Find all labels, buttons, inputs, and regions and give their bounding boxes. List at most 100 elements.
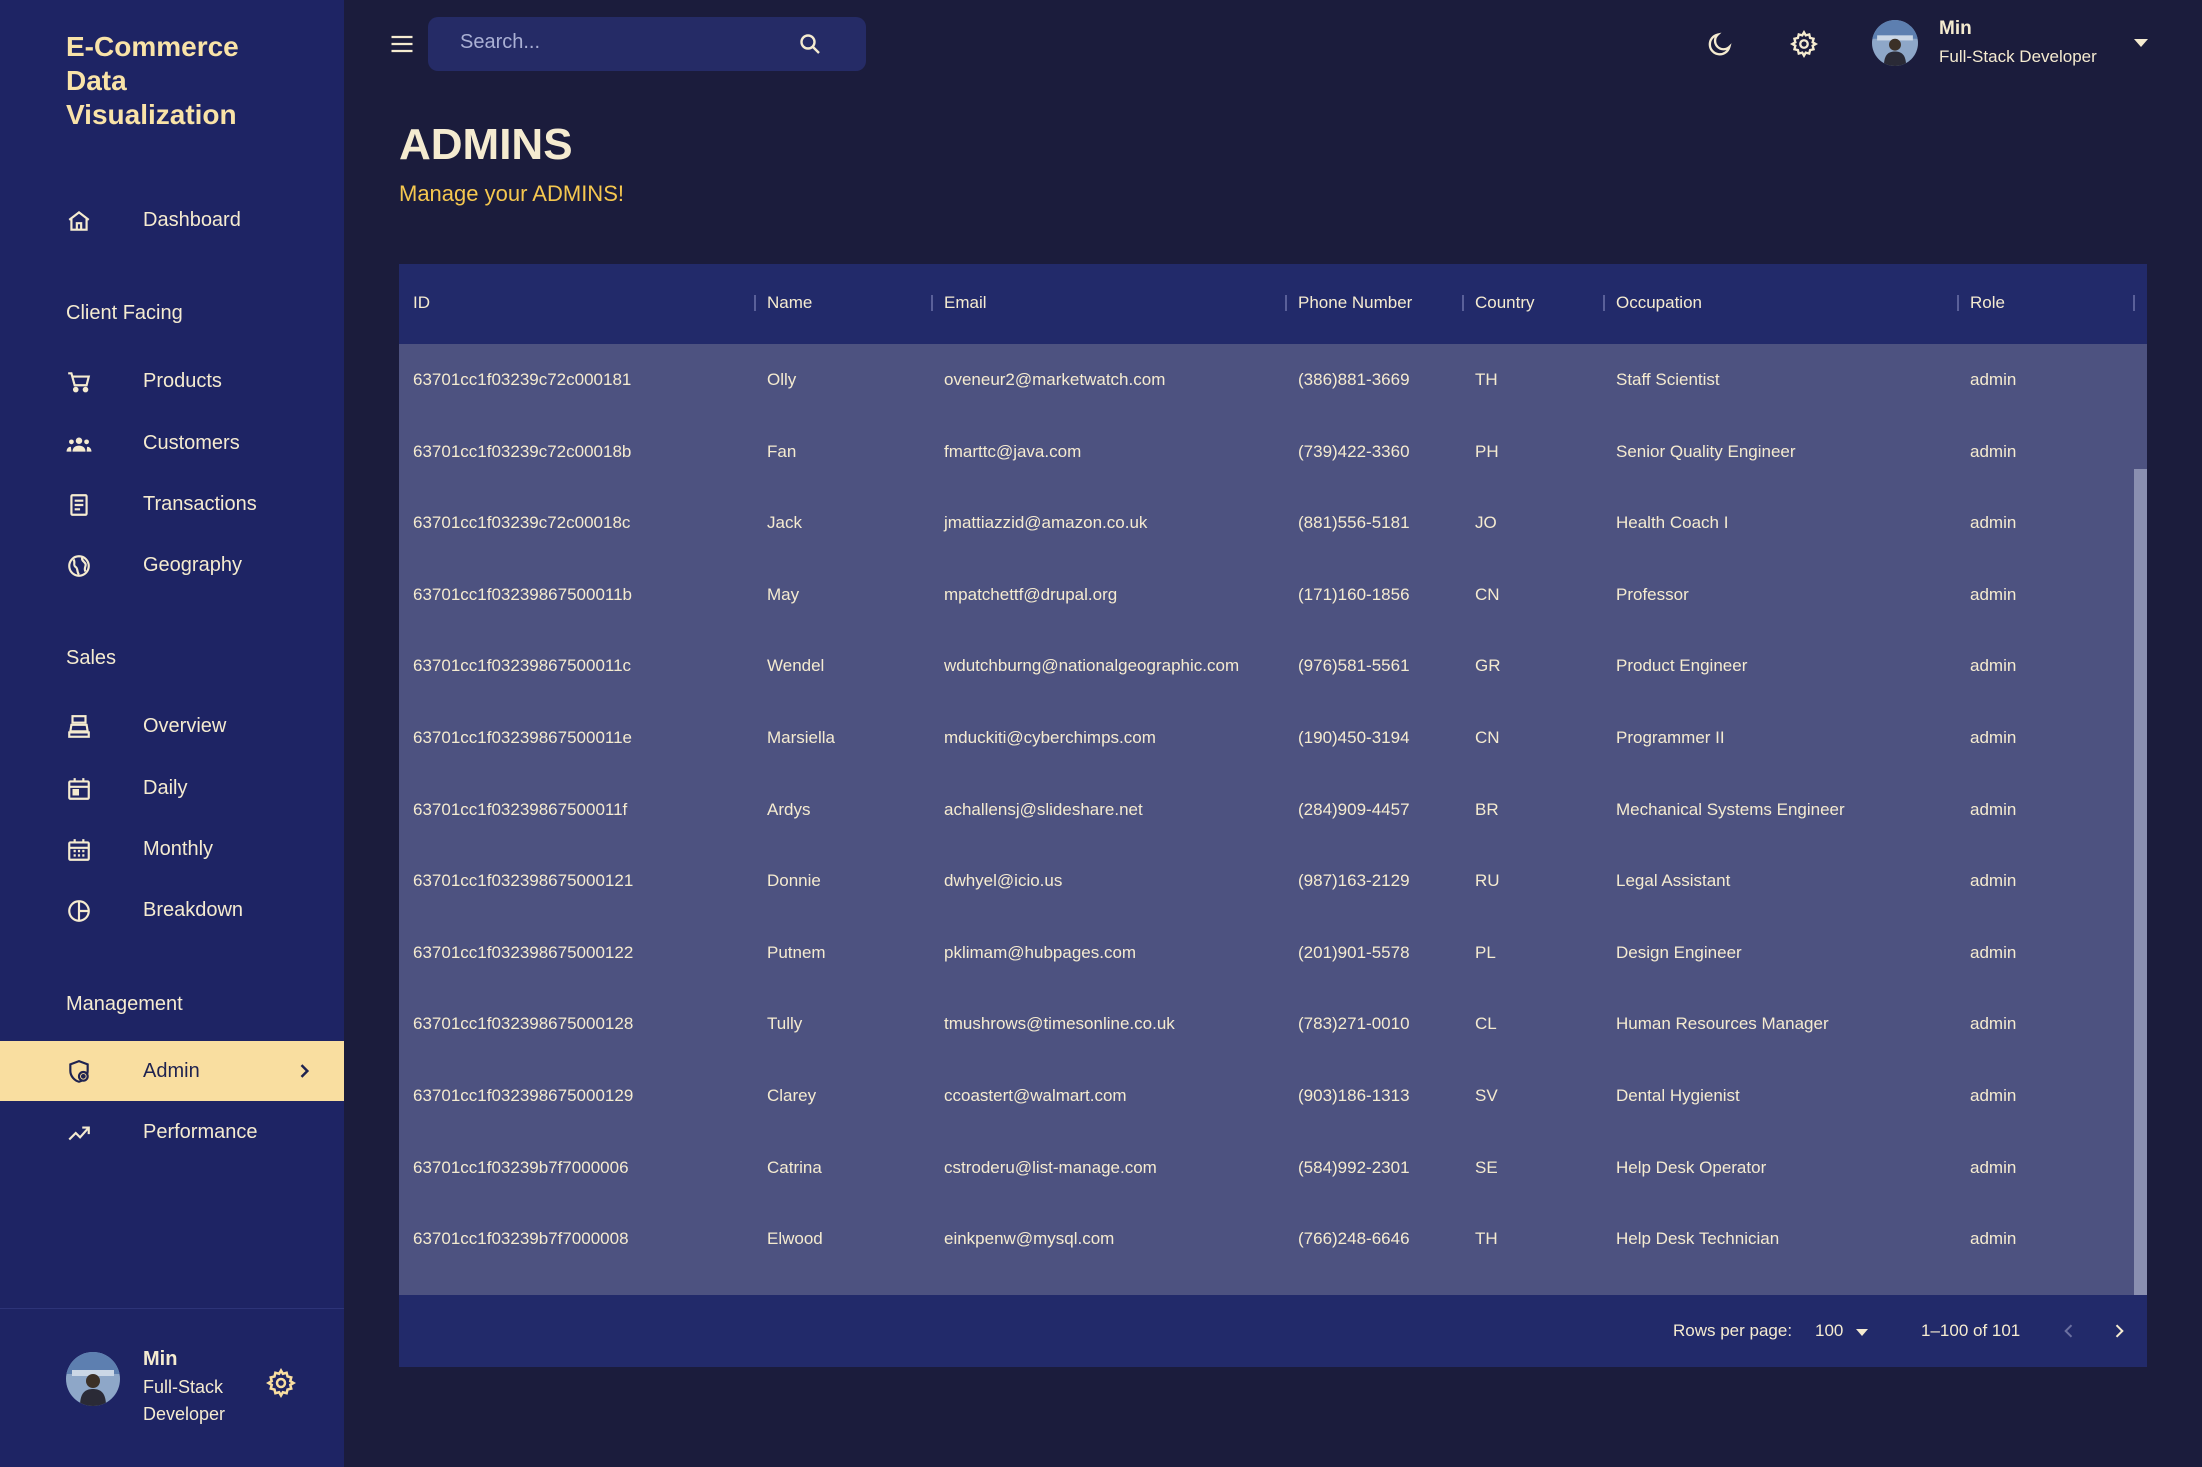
cell-phone[interactable]: (783)271-0010: [1298, 1014, 1410, 1034]
cell-occupation[interactable]: Mechanical Systems Engineer: [1616, 800, 1845, 820]
column-separator[interactable]: [1603, 295, 1605, 311]
cell-country[interactable]: CL: [1475, 1014, 1497, 1034]
cell-name[interactable]: May: [767, 585, 799, 605]
table-row[interactable]: 63701cc1f03239b7f7000006 Catrina cstroderu…: [399, 1132, 2134, 1204]
cell-occupation[interactable]: Help Desk Operator: [1616, 1158, 1766, 1178]
column-separator[interactable]: [1957, 295, 1959, 311]
cell-country[interactable]: RU: [1475, 871, 1500, 891]
cell-id[interactable]: 63701cc1f03239c72c00018b: [413, 442, 631, 462]
cell-country[interactable]: CN: [1475, 585, 1500, 605]
table-row[interactable]: 63701cc1f03239b7f7000008 Elwood einkpenw@m…: [399, 1203, 2134, 1275]
cell-id[interactable]: 63701cc1f03239c72c000181: [413, 370, 631, 390]
cell-phone[interactable]: (739)422-3360: [1298, 442, 1410, 462]
cell-occupation[interactable]: Staff Scientist: [1616, 370, 1720, 390]
table-row[interactable]: 63701cc1f03239c72c000181 Olly oveneur2@mar…: [399, 344, 2134, 416]
cell-role[interactable]: admin: [1970, 656, 2016, 676]
column-header-phone[interactable]: Phone Number: [1298, 293, 1412, 313]
cell-name[interactable]: Olly: [767, 370, 796, 390]
cell-occupation[interactable]: Health Coach I: [1616, 513, 1728, 533]
table-row[interactable]: 63701cc1f032398675000128 Tully tmushrows@t…: [399, 988, 2134, 1060]
cell-country[interactable]: JO: [1475, 513, 1497, 533]
cell-occupation[interactable]: Senior Quality Engineer: [1616, 442, 1796, 462]
sidebar-item-daily[interactable]: Daily: [0, 758, 344, 818]
cell-occupation[interactable]: Product Engineer: [1616, 656, 1747, 676]
column-separator[interactable]: [931, 295, 933, 311]
cell-email[interactable]: jmattiazzid@amazon.co.uk: [944, 513, 1147, 533]
column-separator[interactable]: [1462, 295, 1464, 311]
cell-phone[interactable]: (987)163-2129: [1298, 871, 1410, 891]
settings-icon[interactable]: [1790, 30, 1818, 58]
cell-role[interactable]: admin: [1970, 943, 2016, 963]
column-header-name[interactable]: Name: [767, 293, 812, 313]
column-header-country[interactable]: Country: [1475, 293, 1535, 313]
table-row[interactable]: 63701cc1f03239c72c00018b Fan fmarttc@java.…: [399, 416, 2134, 488]
cell-country[interactable]: CN: [1475, 728, 1500, 748]
cell-id[interactable]: 63701cc1f03239b7f7000008: [413, 1229, 629, 1249]
sidebar-item-geography[interactable]: Geography: [0, 535, 344, 595]
sidebar-item-dashboard[interactable]: Dashboard: [0, 190, 344, 250]
cell-phone[interactable]: (766)248-6646: [1298, 1229, 1410, 1249]
cell-email[interactable]: fmarttc@java.com: [944, 442, 1081, 462]
column-header-occupation[interactable]: Occupation: [1616, 293, 1702, 313]
cell-role[interactable]: admin: [1970, 1158, 2016, 1178]
cell-name[interactable]: Wendel: [767, 656, 824, 676]
column-separator[interactable]: [754, 295, 756, 311]
cell-email[interactable]: mduckiti@cyberchimps.com: [944, 728, 1156, 748]
cell-role[interactable]: admin: [1970, 800, 2016, 820]
cell-email[interactable]: mpatchettf@drupal.org: [944, 585, 1117, 605]
column-header-email[interactable]: Email: [944, 293, 987, 313]
cell-role[interactable]: admin: [1970, 728, 2016, 748]
cell-id[interactable]: 63701cc1f03239b7f7000006: [413, 1158, 629, 1178]
search-input[interactable]: Search...: [460, 31, 540, 54]
cell-name[interactable]: Elwood: [767, 1229, 823, 1249]
cell-id[interactable]: 63701cc1f03239867500011f: [413, 800, 627, 820]
menu-icon[interactable]: [388, 30, 416, 58]
avatar[interactable]: [66, 1352, 120, 1406]
cell-id[interactable]: 63701cc1f032398675000122: [413, 943, 633, 963]
column-separator[interactable]: [2133, 295, 2135, 311]
cell-phone[interactable]: (903)186-1313: [1298, 1086, 1410, 1106]
cell-name[interactable]: Putnem: [767, 943, 826, 963]
arrow-drop-down-icon[interactable]: [1855, 1327, 1869, 1337]
search-bar[interactable]: Search...: [428, 17, 866, 71]
search-icon[interactable]: [798, 32, 822, 56]
cell-name[interactable]: Catrina: [767, 1158, 822, 1178]
cell-email[interactable]: dwhyel@icio.us: [944, 871, 1062, 891]
cell-country[interactable]: BR: [1475, 800, 1499, 820]
cell-occupation[interactable]: Professor: [1616, 585, 1689, 605]
cell-id[interactable]: 63701cc1f03239867500011b: [413, 585, 632, 605]
table-row[interactable]: 63701cc1f03239c72c00018c Jack jmattiazzid@…: [399, 487, 2134, 559]
cell-role[interactable]: admin: [1970, 1014, 2016, 1034]
sidebar-item-transactions[interactable]: Transactions: [0, 474, 344, 534]
cell-role[interactable]: admin: [1970, 1086, 2016, 1106]
cell-occupation[interactable]: Dental Hygienist: [1616, 1086, 1740, 1106]
cell-name[interactable]: Ardys: [767, 800, 810, 820]
cell-email[interactable]: cstroderu@list-manage.com: [944, 1158, 1157, 1178]
sidebar-item-breakdown[interactable]: Breakdown: [0, 880, 344, 940]
sidebar-item-performance[interactable]: Performance: [0, 1102, 344, 1162]
column-header-id[interactable]: ID: [413, 293, 430, 313]
table-row[interactable]: 63701cc1f03239867500011c Wendel wdutchburn…: [399, 630, 2134, 702]
cell-occupation[interactable]: Help Desk Technician: [1616, 1229, 1779, 1249]
settings-icon[interactable]: [266, 1368, 296, 1398]
cell-occupation[interactable]: Legal Assistant: [1616, 871, 1730, 891]
cell-country[interactable]: GR: [1475, 656, 1501, 676]
sidebar-item-monthly[interactable]: Monthly: [0, 819, 344, 879]
cell-id[interactable]: 63701cc1f03239867500011c: [413, 656, 631, 676]
cell-phone[interactable]: (171)160-1856: [1298, 585, 1410, 605]
cell-phone[interactable]: (284)909-4457: [1298, 800, 1410, 820]
cell-email[interactable]: ccoastert@walmart.com: [944, 1086, 1127, 1106]
cell-role[interactable]: admin: [1970, 585, 2016, 605]
cell-phone[interactable]: (881)556-5181: [1298, 513, 1410, 533]
cell-email[interactable]: einkpenw@mysql.com: [944, 1229, 1114, 1249]
scrollbar-thumb[interactable]: [2134, 469, 2147, 1295]
table-row[interactable]: 63701cc1f032398675000121 Donnie dwhyel@ici…: [399, 845, 2134, 917]
cell-phone[interactable]: (584)992-2301: [1298, 1158, 1410, 1178]
cell-email[interactable]: achallensj@slideshare.net: [944, 800, 1143, 820]
table-row[interactable]: 63701cc1f03239867500011b May mpatchettf@dr…: [399, 559, 2134, 631]
cell-id[interactable]: 63701cc1f032398675000129: [413, 1086, 633, 1106]
column-separator[interactable]: [1285, 295, 1287, 311]
dark-mode-icon[interactable]: [1706, 30, 1734, 58]
cell-phone[interactable]: (190)450-3194: [1298, 728, 1410, 748]
avatar[interactable]: [1872, 20, 1918, 66]
